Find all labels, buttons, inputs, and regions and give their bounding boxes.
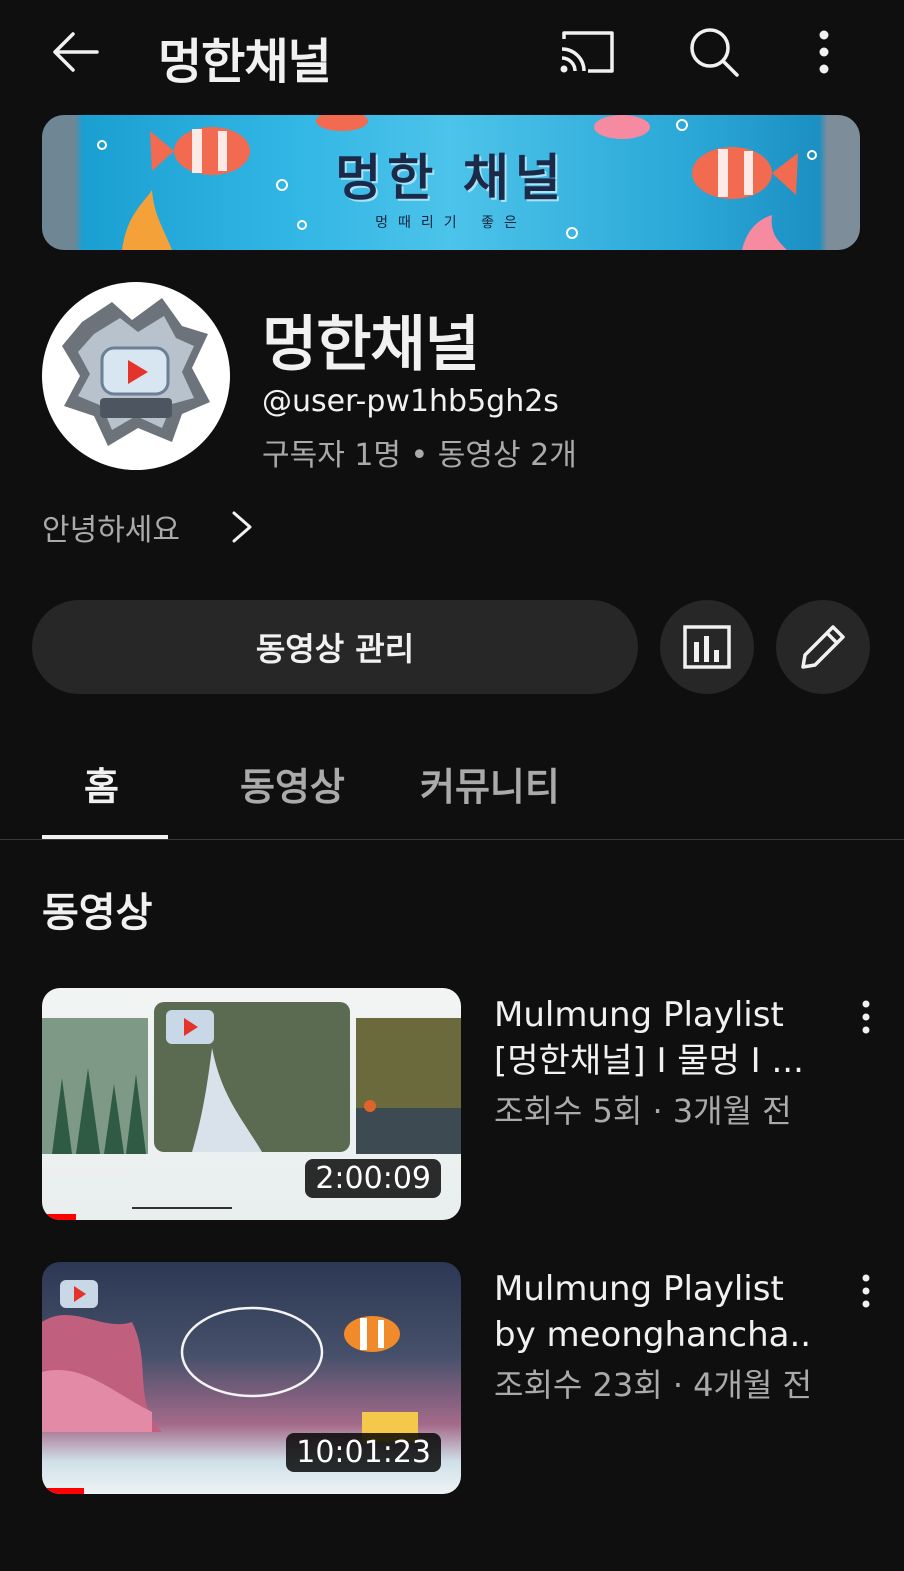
manage-videos-button[interactable]: 동영상 관리: [32, 600, 638, 694]
video-more-button[interactable]: [846, 1266, 886, 1316]
video-more-button[interactable]: [846, 992, 886, 1042]
tab-home[interactable]: 홈: [84, 756, 119, 811]
analytics-icon: [683, 625, 731, 669]
banner-title: 멍한 채널: [335, 148, 567, 207]
watch-progress-bar: [42, 1214, 76, 1220]
video-meta: 조회수 5회 · 3개월 전: [494, 1092, 792, 1130]
page-title: 멍한채널: [158, 34, 332, 90]
pencil-icon: [801, 625, 845, 669]
video-item[interactable]: 10:01:23 Mulmung Playlist by meonghancha…: [0, 1262, 904, 1494]
cast-button[interactable]: [556, 24, 618, 80]
channel-banner: 멍한 채널 멍때리기 좋은: [42, 115, 860, 250]
video-title-line1: Mulmung Playlist: [494, 1269, 784, 1309]
channel-stats: 구독자 1명 • 동영상 2개: [262, 438, 577, 473]
tab-videos[interactable]: 동영상: [240, 756, 345, 811]
channel-avatar[interactable]: [42, 282, 230, 470]
tab-community[interactable]: 커뮤니티: [420, 756, 560, 811]
analytics-button[interactable]: [660, 600, 754, 694]
active-tab-indicator: [42, 835, 168, 839]
watch-progress-bar: [42, 1488, 84, 1494]
section-title: 동영상: [42, 890, 153, 936]
avatar-logo: [62, 298, 210, 446]
video-item[interactable]: 2:00:09 Mulmung Playlist [멍한채널] I 물멍 I .…: [0, 988, 904, 1220]
channel-description: 안녕하세요: [42, 513, 180, 548]
banner-subtitle: 멍때리기 좋은: [375, 214, 527, 231]
video-duration: 10:01:23: [286, 1433, 441, 1472]
channel-description-row[interactable]: 안녕하세요: [42, 505, 254, 549]
top-app-bar: 멍한채널: [0, 0, 904, 104]
search-icon: [690, 28, 739, 77]
video-thumbnail[interactable]: 2:00:09: [42, 988, 461, 1220]
more-vertical-icon: [819, 30, 829, 74]
cast-icon: [560, 31, 614, 73]
more-vertical-icon: [862, 1000, 870, 1034]
back-button[interactable]: [44, 24, 104, 80]
video-title[interactable]: Mulmung Playlist [멍한채널] I 물멍 I ...: [494, 992, 814, 1084]
channel-handle: @user-pw1hb5gh2s: [262, 384, 559, 419]
more-options-button[interactable]: [800, 22, 848, 82]
more-vertical-icon: [862, 1274, 870, 1308]
edit-channel-button[interactable]: [776, 600, 870, 694]
video-title-line2: by meonghancha...: [494, 1315, 814, 1355]
chevron-right-icon: [230, 509, 254, 545]
video-duration: 2:00:09: [305, 1159, 441, 1198]
search-button[interactable]: [684, 22, 744, 82]
video-title-line2: [멍한채널] I 물멍 I ...: [494, 1041, 804, 1081]
video-meta: 조회수 23회 · 4개월 전: [494, 1366, 813, 1404]
channel-name: 멍한채널: [262, 310, 480, 380]
banner-caption: 멍한 채널 멍때리기 좋은: [42, 115, 860, 250]
channel-tabs: 홈 동영상 커뮤니티: [0, 728, 904, 840]
video-title[interactable]: Mulmung Playlist by meonghancha...: [494, 1266, 814, 1358]
video-thumbnail[interactable]: 10:01:23: [42, 1262, 461, 1494]
video-title-line1: Mulmung Playlist: [494, 995, 784, 1035]
arrow-left-icon: [53, 32, 99, 72]
